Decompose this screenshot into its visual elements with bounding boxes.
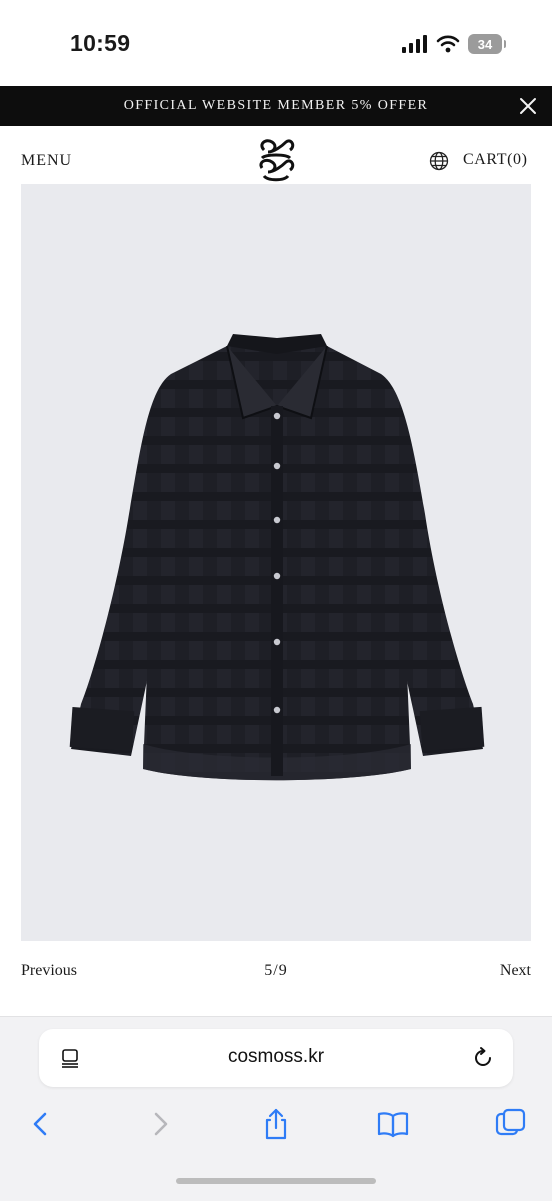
promo-banner: OFFICIAL WEBSITE MEMBER 5% OFFER <box>0 86 552 126</box>
browser-toolbar: cosmoss.kr <box>0 1016 552 1201</box>
shirt-illustration <box>69 334 485 781</box>
url-text: cosmoss.kr <box>227 1046 325 1067</box>
tabs-icon[interactable] <box>494 1107 528 1141</box>
image-counter: 5/9 <box>264 962 288 979</box>
bookmarks-icon[interactable] <box>376 1107 410 1141</box>
gallery-pagination: Previous 5/9 Next <box>0 960 552 986</box>
address-bar[interactable]: cosmoss.kr <box>39 1029 513 1087</box>
status-time: 10:59 <box>70 30 131 56</box>
promo-text: OFFICIAL WEBSITE MEMBER 5% OFFER <box>123 98 429 113</box>
share-icon[interactable] <box>259 1107 293 1141</box>
forward-icon[interactable] <box>143 1107 177 1141</box>
menu-button[interactable]: MENU <box>21 152 72 170</box>
home-indicator <box>176 1178 376 1184</box>
battery-level: 34 <box>477 36 493 52</box>
signal-icon <box>402 35 427 53</box>
wifi-icon <box>436 35 460 53</box>
reload-icon[interactable] <box>471 1046 495 1070</box>
globe-icon[interactable] <box>429 151 449 171</box>
close-icon[interactable] <box>516 94 540 118</box>
next-button[interactable]: Next <box>500 962 531 980</box>
brand-logo[interactable] <box>256 136 296 182</box>
status-bar: 10:59 34 <box>0 0 552 86</box>
product-image[interactable] <box>21 184 531 941</box>
battery-icon: 34 <box>468 34 506 54</box>
back-icon[interactable] <box>24 1107 58 1141</box>
cart-link[interactable]: CART(0) <box>463 151 528 169</box>
status-icons: 34 <box>402 34 506 54</box>
site-header: MENU CART(0) <box>0 126 552 184</box>
